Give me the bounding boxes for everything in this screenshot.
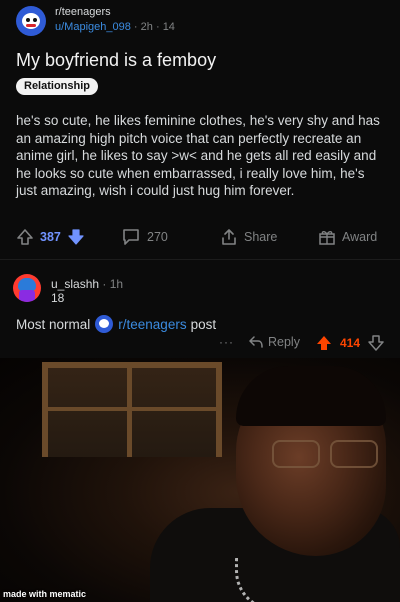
- comment-icon: [123, 229, 139, 245]
- vote-group: 387: [16, 225, 85, 249]
- glasses-icon: [262, 440, 392, 476]
- comment-score: 414: [340, 336, 361, 350]
- more-options-button[interactable]: ···: [219, 335, 234, 349]
- downvote-icon[interactable]: [67, 228, 85, 246]
- meta-separator: ·: [133, 21, 141, 33]
- meme-watermark: made with mematic: [3, 589, 87, 599]
- reply-label: Reply: [268, 335, 300, 349]
- upvote-icon[interactable]: [16, 228, 34, 246]
- reply-icon: [249, 336, 263, 348]
- comment-text-before: Most normal: [16, 316, 91, 332]
- comment-author[interactable]: u_slashh: [51, 277, 99, 291]
- commenter-avatar[interactable]: [13, 274, 41, 302]
- post-actions: 387 270 Share Award: [0, 225, 400, 249]
- comment-text-after: post: [190, 316, 217, 332]
- comment-time: 1h: [109, 277, 124, 291]
- downvote-icon[interactable]: [368, 335, 384, 351]
- share-button[interactable]: Share: [220, 225, 277, 249]
- upvote-icon[interactable]: [316, 335, 332, 351]
- post-flair[interactable]: Relationship: [16, 78, 99, 95]
- comment-count: 270: [147, 230, 168, 244]
- post-score: 387: [40, 230, 61, 244]
- post-author[interactable]: u/Mapigeh_098: [55, 21, 131, 33]
- meta-separator: ·: [155, 21, 163, 33]
- comment-vote-group: 414: [316, 335, 384, 351]
- subreddit-name[interactable]: r/teenagers: [55, 6, 111, 18]
- reply-button[interactable]: Reply: [248, 335, 300, 349]
- chain-necklace: [235, 558, 308, 602]
- reddit-post: r/teenagers u/Mapigeh_098 · 2h · 14 My b…: [0, 0, 400, 358]
- post-body: he's so cute, he likes feminine clothes,…: [16, 113, 380, 198]
- divider: [0, 259, 400, 260]
- meme-image: [0, 358, 400, 602]
- award-button[interactable]: Award: [318, 225, 377, 249]
- post-meta: u/Mapigeh_098 · 2h · 14: [55, 21, 175, 33]
- subreddit-avatar-icon[interactable]: [16, 6, 46, 36]
- subreddit-mini-icon: [95, 315, 114, 333]
- comment-text: Most normal r/teenagers post: [16, 315, 216, 333]
- post-extra: 14: [162, 21, 175, 33]
- award-label: Award: [342, 230, 378, 244]
- comments-button[interactable]: 270: [121, 225, 168, 249]
- post-time: 2h: [140, 21, 153, 33]
- share-label: Share: [244, 230, 278, 244]
- subreddit-link[interactable]: r/teenagers: [118, 317, 186, 332]
- comment-header: u_slashh · 1h: [51, 277, 123, 291]
- meta-separator: ·: [102, 277, 110, 291]
- comment-flair: 18: [51, 291, 65, 305]
- share-icon: [222, 229, 236, 245]
- background-window: [42, 362, 222, 457]
- gift-award-icon: [319, 231, 335, 245]
- comment-actions: ··· Reply 414: [0, 335, 400, 353]
- person-hair: [236, 366, 386, 426]
- post-title: My boyfriend is a femboy: [16, 50, 217, 70]
